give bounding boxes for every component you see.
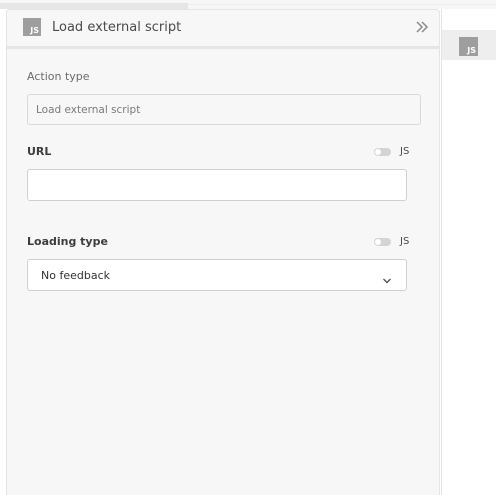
url-js-toggle-label: JS [400, 146, 410, 157]
double-chevron-right-svg [416, 21, 429, 33]
js-file-icon: JS [459, 37, 478, 56]
action-type-label: Action type [27, 70, 90, 83]
action-type-value: Load external script [36, 104, 141, 116]
loading-type-selected-value: No feedback [41, 269, 110, 282]
side-panel: JS [441, 9, 496, 495]
url-input[interactable] [27, 169, 407, 201]
loading-type-js-toggle-knob [375, 239, 381, 245]
loading-type-select[interactable]: No feedback [27, 259, 407, 291]
app-root: JS Load external script Action type Load… [0, 0, 496, 495]
loading-type-js-toggle[interactable]: JS [374, 235, 414, 249]
url-js-toggle[interactable]: JS [374, 145, 414, 159]
side-js-icon-text: JS [467, 46, 476, 55]
chevron-down-icon [382, 271, 392, 284]
chevron-down-svg [383, 278, 391, 284]
js-file-icon: JS [23, 18, 41, 36]
loading-type-label: Loading type [27, 235, 108, 248]
js-file-icon-text: JS [30, 26, 39, 35]
url-js-toggle-knob [375, 149, 381, 155]
top-strip-divider [188, 4, 496, 5]
panel-header: JS Load external script [7, 10, 439, 49]
side-panel-item[interactable]: JS [442, 30, 496, 60]
top-strip [0, 0, 496, 9]
url-label: URL [27, 145, 52, 158]
loading-type-js-toggle-label: JS [400, 236, 410, 247]
panel-title: Load external script [52, 20, 182, 35]
double-chevron-right-icon[interactable] [414, 19, 430, 35]
action-panel: JS Load external script Action type Load… [6, 9, 440, 495]
action-type-field: Load external script [27, 94, 421, 125]
